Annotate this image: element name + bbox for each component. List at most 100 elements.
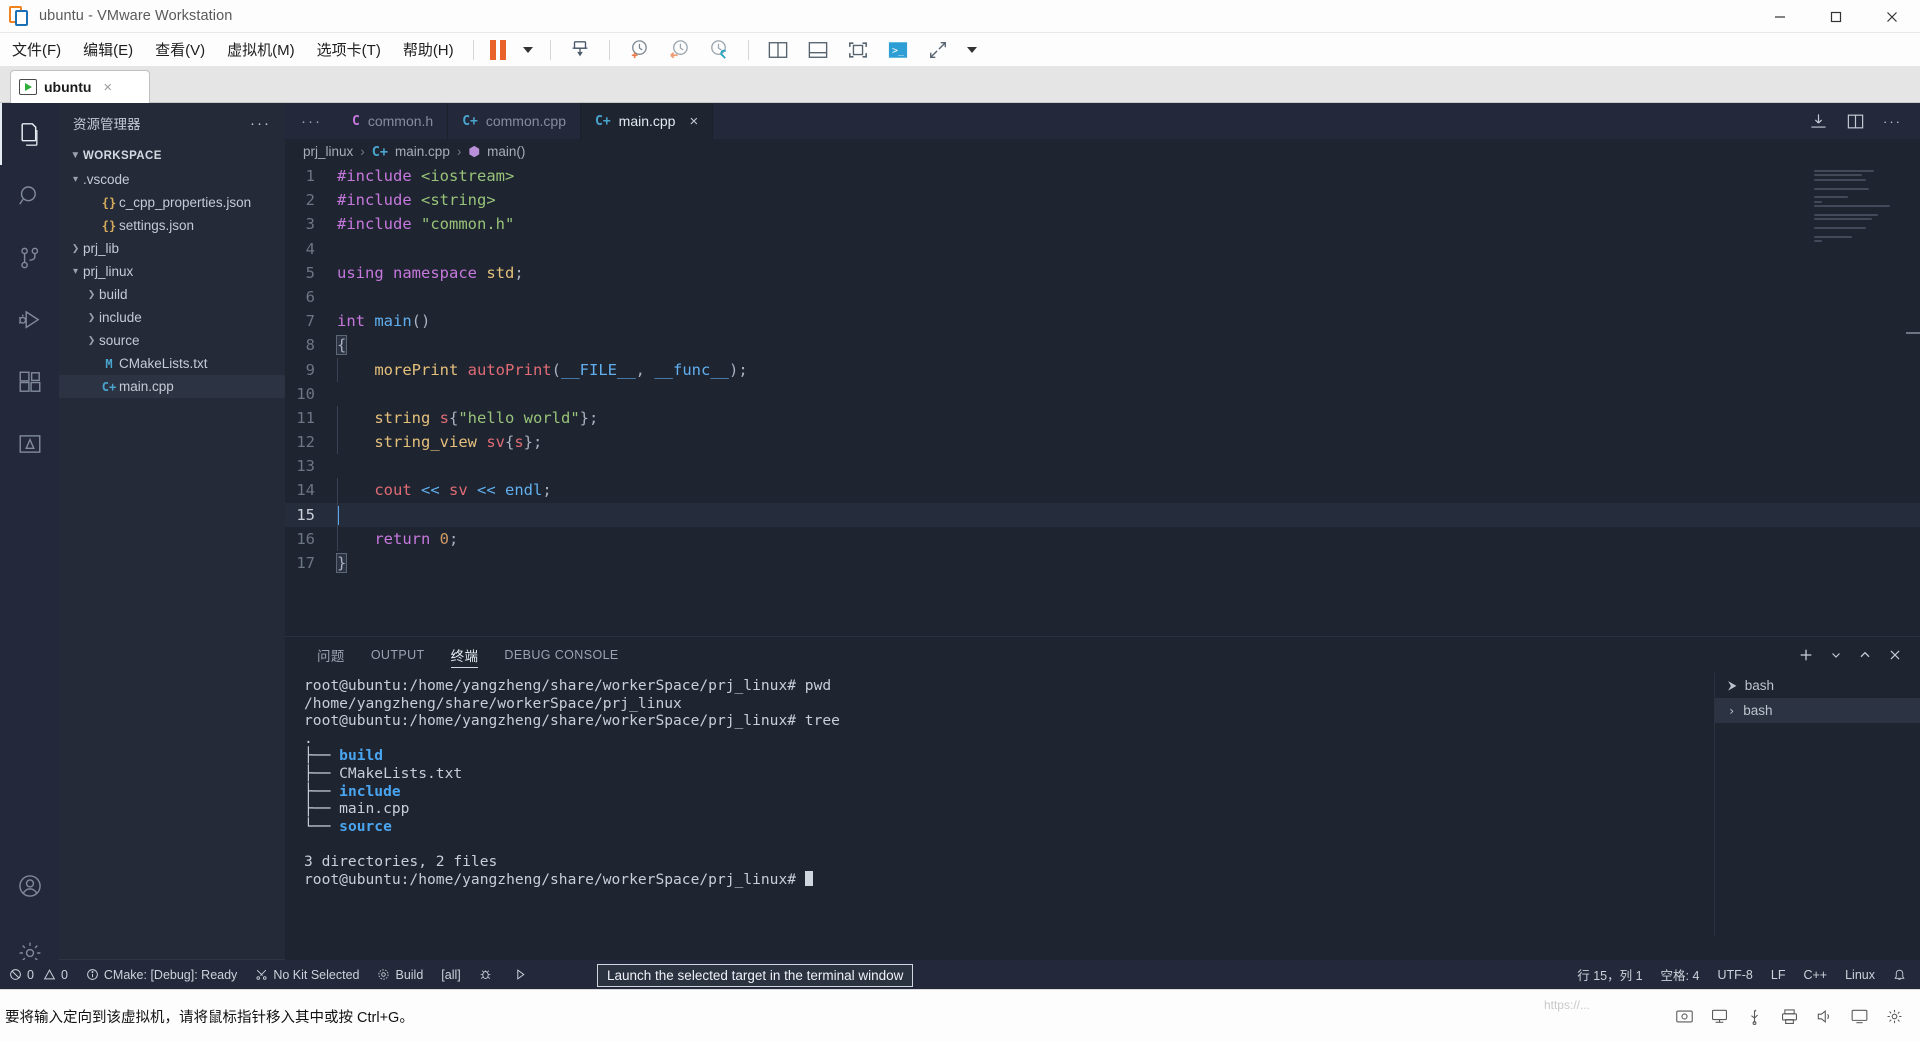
menu-tabs[interactable]: 选项卡(T)	[307, 36, 391, 63]
code-token: };	[579, 408, 599, 427]
display-icon[interactable]	[1850, 1008, 1869, 1025]
code-token: ;	[514, 263, 524, 282]
printer-icon[interactable]	[1780, 1008, 1799, 1025]
terminal-list-item[interactable]: ⮞ bash	[1715, 673, 1920, 698]
tree-branch: └──	[304, 817, 340, 835]
tree-item[interactable]: ❯ source	[59, 329, 285, 352]
source-control-icon[interactable]	[0, 227, 59, 289]
maximize-icon[interactable]	[1808, 0, 1864, 33]
panel-tab[interactable]: 问题	[304, 637, 358, 673]
cmake-file-icon: M	[105, 356, 113, 371]
platform-status[interactable]: Linux	[1836, 960, 1884, 989]
explorer-more-icon[interactable]: ···	[250, 115, 271, 132]
tree-item[interactable]: ❯ build	[59, 283, 285, 306]
tree-item-label: include	[99, 310, 142, 325]
scrollbar-decoration[interactable]	[1906, 332, 1920, 334]
close-panel-icon[interactable]	[1888, 648, 1902, 662]
vm-power-icon	[19, 79, 37, 95]
terminal-output[interactable]: root@ubuntu:/home/yangzheng/share/worker…	[304, 677, 1714, 932]
workspace-section-header[interactable]: ▼ WORKSPACE	[59, 143, 285, 168]
minimize-icon[interactable]	[1752, 0, 1808, 33]
breadcrumb-folder[interactable]: prj_linux	[303, 144, 353, 159]
tree-item[interactable]: ▾ .vscode	[59, 168, 285, 191]
panel-tab[interactable]: DEBUG CONSOLE	[491, 637, 631, 673]
kit-status[interactable]: No Kit Selected	[246, 960, 368, 989]
activity-bar	[0, 103, 59, 989]
debug-status[interactable]	[470, 960, 501, 989]
more-actions-icon[interactable]: ···	[1883, 114, 1902, 129]
bell-icon[interactable]	[1884, 960, 1920, 989]
tree-item[interactable]: M CMakeLists.txt	[59, 352, 285, 375]
close-icon[interactable]	[1864, 0, 1920, 33]
extensions-icon[interactable]	[0, 351, 59, 413]
menu-help[interactable]: 帮助(H)	[393, 36, 464, 63]
maximize-panel-icon[interactable]	[1858, 648, 1872, 662]
network-icon[interactable]	[1710, 1008, 1729, 1025]
code-editor[interactable]: 1 #include <iostream> 2 #include <string> 3 #…	[285, 164, 1920, 689]
editor-tab[interactable]: Ccommon.h	[338, 103, 449, 139]
usb-icon[interactable]	[1745, 1008, 1764, 1025]
layout-caret-icon[interactable]	[961, 36, 981, 64]
problems-status[interactable]: 0 0	[0, 960, 77, 989]
vscode-window: 资源管理器 ··· ▼ WORKSPACE ▾ .vscode{} c_cpp_pr…	[0, 103, 1920, 989]
code-token: autoPrint	[467, 360, 552, 379]
caret-down-icon[interactable]	[516, 36, 538, 64]
terminal-list-item[interactable]: › bash	[1715, 698, 1920, 723]
snapshot-revert-icon[interactable]	[662, 36, 696, 64]
chevron-down-icon: ▾	[72, 266, 79, 277]
build-status[interactable]: Build	[368, 960, 432, 989]
layout-expand-icon[interactable]	[921, 36, 955, 64]
terminal-dropdown-icon[interactable]	[1830, 649, 1842, 661]
editor-tab[interactable]: C+ common.cpp	[448, 103, 581, 139]
menu-view[interactable]: 查看(V)	[145, 36, 215, 63]
breadcrumb-symbol[interactable]: main()	[487, 144, 525, 159]
target-status[interactable]: [all]	[432, 960, 469, 989]
vm-tab-close-icon[interactable]: ×	[103, 79, 112, 96]
console-view-icon[interactable]	[801, 36, 835, 64]
encoding-status[interactable]: UTF-8	[1708, 960, 1761, 989]
cursor-position[interactable]: 行 15，列 1	[1568, 960, 1651, 989]
split-view-icon[interactable]	[761, 36, 795, 64]
tabs-overflow-icon[interactable]: ···	[285, 103, 338, 139]
snapshot-manager-icon[interactable]	[702, 36, 736, 64]
editor-tab-close-icon[interactable]: ×	[689, 113, 698, 130]
tree-item[interactable]: {} settings.json	[59, 214, 285, 237]
indentation-status[interactable]: 空格: 4	[1652, 960, 1709, 989]
snapshot-add-icon[interactable]	[622, 36, 656, 64]
tree-item[interactable]: ❯ prj_lib	[59, 237, 285, 260]
run-cmake-icon[interactable]	[1809, 112, 1828, 131]
panel-tab[interactable]: 终端	[438, 637, 492, 673]
split-editor-icon[interactable]	[1846, 112, 1865, 131]
sound-icon[interactable]	[1815, 1008, 1834, 1025]
settings-icon[interactable]	[1885, 1008, 1904, 1025]
menu-vm[interactable]: 虚拟机(M)	[217, 36, 305, 63]
breadcrumb-file[interactable]: main.cpp	[395, 144, 450, 159]
tree-item[interactable]: {} c_cpp_properties.json	[59, 191, 285, 214]
accounts-icon[interactable]	[0, 855, 59, 917]
menu-edit[interactable]: 编辑(E)	[73, 36, 143, 63]
editor-tab[interactable]: C+ main.cpp ×	[581, 103, 714, 139]
unity-icon[interactable]: >_	[881, 36, 915, 64]
tree-item[interactable]: C+ main.cpp	[59, 375, 285, 398]
code-line: 8{	[285, 333, 1920, 357]
send-to-icon[interactable]	[563, 36, 597, 64]
add-terminal-icon[interactable]	[1798, 647, 1814, 663]
cmake-status[interactable]: CMake: [Debug]: Ready	[77, 960, 246, 989]
minimap[interactable]	[1814, 170, 1906, 260]
run-debug-icon[interactable]	[0, 289, 59, 351]
tree-item[interactable]: ❯ include	[59, 306, 285, 329]
tree-item[interactable]: ▾ prj_linux	[59, 260, 285, 283]
panel-tab[interactable]: OUTPUT	[358, 637, 438, 673]
menu-file[interactable]: 文件(F)	[2, 36, 71, 63]
launch-status[interactable]	[501, 960, 536, 989]
explorer-icon[interactable]	[0, 103, 59, 165]
cmake-icon[interactable]	[0, 413, 59, 475]
pause-icon[interactable]	[486, 36, 510, 64]
language-status[interactable]: C++	[1794, 960, 1836, 989]
hdd-icon[interactable]	[1675, 1008, 1694, 1025]
eol-status[interactable]: LF	[1762, 960, 1795, 989]
fullscreen-icon[interactable]	[841, 36, 875, 64]
vm-tab-ubuntu[interactable]: ubuntu ×	[10, 70, 150, 103]
symbol-cube-icon: ⬢	[468, 143, 481, 159]
search-icon[interactable]	[0, 165, 59, 227]
